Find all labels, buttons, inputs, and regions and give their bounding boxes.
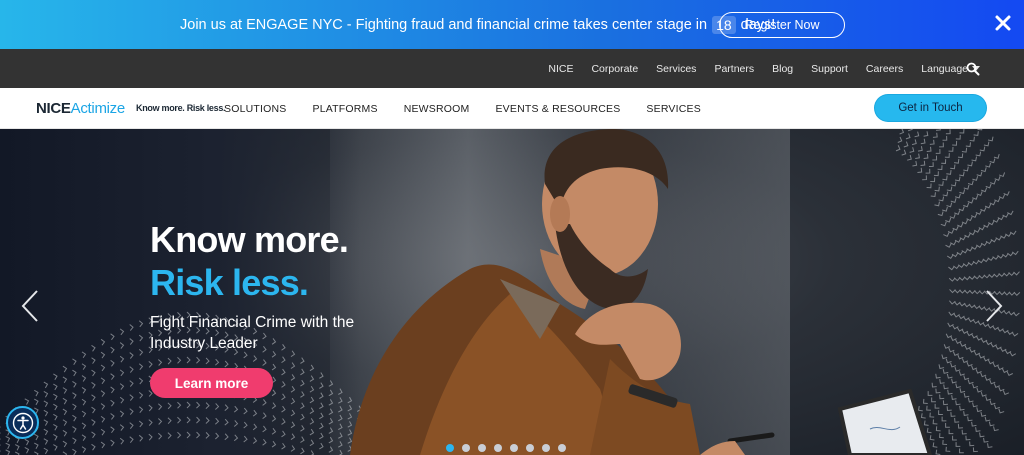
menu-solutions[interactable]: SOLUTIONS	[224, 103, 286, 115]
carousel-dot[interactable]	[558, 444, 566, 452]
accessibility-icon	[12, 412, 33, 433]
logo-nice: NICE	[36, 100, 71, 117]
close-icon[interactable]	[993, 13, 1013, 33]
carousel-dot[interactable]	[478, 444, 486, 452]
hero-carousel: Know more. Risk less. Fight Financial Cr…	[0, 129, 1024, 455]
carousel-dot[interactable]	[494, 444, 502, 452]
utility-link-corporate[interactable]: Corporate	[591, 63, 638, 75]
nice-actimize-logo[interactable]: NICEActimize	[36, 100, 125, 117]
menu-newsroom[interactable]: NEWSROOM	[404, 103, 470, 115]
main-menu: SOLUTIONS PLATFORMS NEWSROOM EVENTS & RE…	[224, 88, 727, 129]
hero-subtitle: Fight Financial Crime with the Industry …	[150, 314, 355, 352]
chevron-left-icon[interactable]	[20, 289, 40, 323]
carousel-dot[interactable]	[526, 444, 534, 452]
chevron-right-icon[interactable]	[984, 289, 1004, 323]
utility-links: NICE Corporate Services Partners Blog Su…	[530, 49, 980, 88]
carousel-dot[interactable]	[462, 444, 470, 452]
get-in-touch-button[interactable]: Get in Touch	[875, 95, 986, 121]
menu-services[interactable]: SERVICES	[646, 103, 701, 115]
carousel-dot[interactable]	[446, 444, 454, 452]
accessibility-button[interactable]	[6, 406, 39, 439]
utility-link-blog[interactable]: Blog	[772, 63, 793, 75]
register-now-button[interactable]: Register Now	[719, 12, 845, 38]
main-nav: NICEActimize Know more. Risk less. SOLUT…	[0, 88, 1024, 129]
utility-link-services[interactable]: Services	[656, 63, 696, 75]
carousel-dot[interactable]	[510, 444, 518, 452]
promo-banner: Join us at ENGAGE NYC - Fighting fraud a…	[0, 0, 1024, 49]
search-icon[interactable]	[966, 62, 980, 76]
hero-title-line2: Risk less.	[150, 262, 309, 303]
hero-title-line1: Know more.	[150, 219, 349, 260]
logo-actimize: Actimize	[70, 100, 126, 117]
utility-link-support[interactable]: Support	[811, 63, 848, 75]
menu-platforms[interactable]: PLATFORMS	[312, 103, 377, 115]
language-label: Language	[921, 62, 968, 75]
menu-events-resources[interactable]: EVENTS & RESOURCES	[495, 103, 620, 115]
utility-nav: NICE Corporate Services Partners Blog Su…	[0, 49, 1024, 88]
carousel-dot[interactable]	[542, 444, 550, 452]
promo-text: Join us at ENGAGE NYC - Fighting fraud a…	[180, 0, 775, 49]
promo-text-before: Join us at ENGAGE NYC - Fighting fraud a…	[180, 16, 708, 33]
utility-link-nice[interactable]: NICE	[548, 63, 573, 75]
utility-link-careers[interactable]: Careers	[866, 63, 903, 75]
logo-tagline: Know more. Risk less.	[136, 103, 226, 113]
carousel-pagination	[446, 444, 574, 452]
utility-link-partners[interactable]: Partners	[714, 63, 754, 75]
learn-more-button[interactable]: Learn more	[150, 368, 273, 398]
